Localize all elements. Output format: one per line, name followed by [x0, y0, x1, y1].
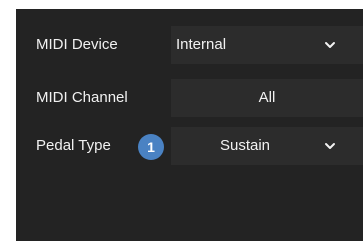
pedal-type-dropdown[interactable]: Sustain	[171, 127, 363, 165]
midi-channel-selector[interactable]: All	[171, 79, 363, 117]
midi-device-dropdown[interactable]: Internal	[171, 26, 363, 64]
midi-channel-label: MIDI Channel	[36, 89, 128, 106]
midi-channel-value: All	[258, 89, 276, 106]
midi-device-label: MIDI Device	[36, 36, 118, 53]
chevron-down-icon	[325, 143, 335, 149]
pedal-type-value: Sustain	[219, 137, 271, 154]
chevron-down-icon	[325, 42, 335, 48]
midi-settings-panel: MIDI Device Internal MIDI Channel All Pe…	[16, 9, 363, 241]
step-number-badge: 1	[138, 134, 164, 160]
pedal-type-row: Pedal Type 1 Sustain	[16, 127, 363, 165]
midi-device-row: MIDI Device Internal	[16, 26, 363, 64]
midi-channel-row: MIDI Channel All	[16, 79, 363, 117]
pedal-type-label: Pedal Type	[36, 137, 111, 154]
midi-device-value: Internal	[176, 36, 227, 53]
